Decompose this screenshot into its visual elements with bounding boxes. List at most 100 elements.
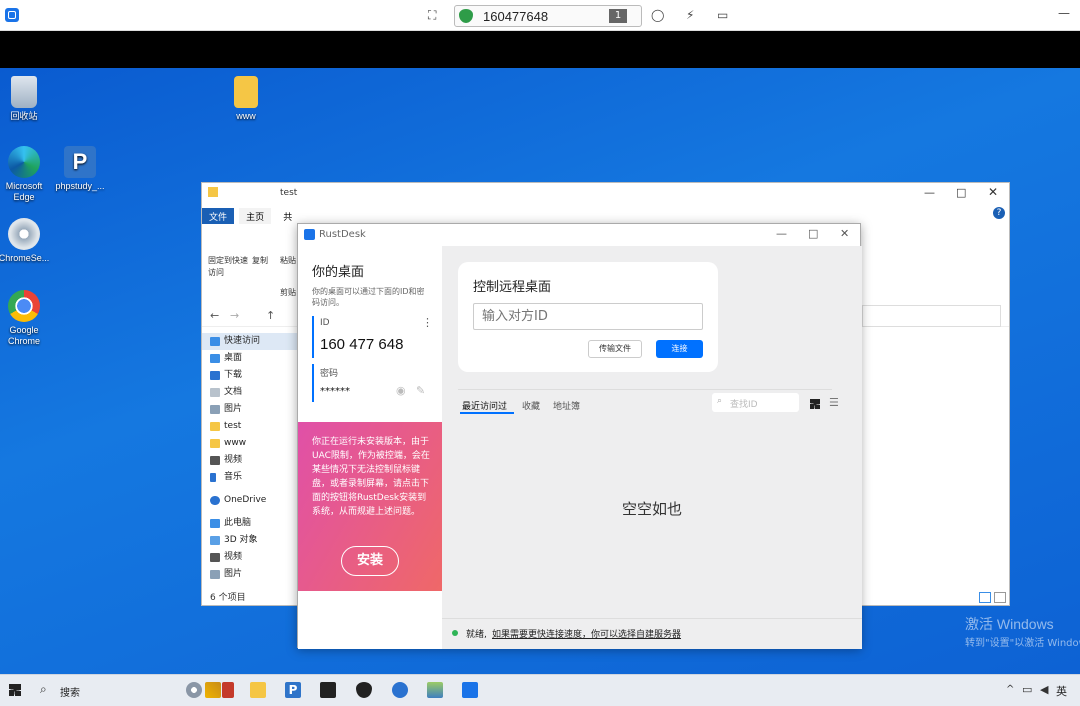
start-button-icon[interactable] [9,684,21,696]
monitor-number-badge[interactable]: 1 [609,9,627,23]
disc-icon[interactable] [186,682,202,698]
back-arrow-icon[interactable]: ← [210,309,219,322]
rustdesk-close-button[interactable]: ✕ [840,227,849,240]
explorer-ribbon-tabs: 文件 主页 共 [202,205,302,224]
nav-item-onedrive[interactable]: OneDrive [202,492,302,509]
chat-icon[interactable]: ◯ [651,8,664,23]
desktop-icon-label: www [236,111,256,121]
terminal-taskbar-icon[interactable] [320,682,336,698]
nav-item-videos[interactable]: 视频 [202,452,302,469]
volume-icon[interactable]: ◀ [1040,683,1048,696]
security-shield-taskbar-icon[interactable] [356,682,372,698]
forward-arrow-icon[interactable]: → [230,309,239,322]
search-id-placeholder: 查找ID [730,400,758,410]
cloud-icon [210,496,220,505]
phpstudy-taskbar-icon[interactable]: P [285,682,301,698]
desktop-icon-phpstudy[interactable]: P phpstudy_... [50,146,110,192]
control-remote-card: 控制远程桌面 传输文件 连接 [458,262,718,372]
rustdesk-title: RustDesk [319,229,366,240]
rustdesk-window: RustDesk — □ ✕ 你的桌面 你的桌面可以通过下面的ID和密码访问。 … [297,223,862,649]
tab-favorites[interactable]: 收藏 [522,399,540,412]
id-more-icon[interactable]: ⋮ [422,316,433,329]
eye-icon[interactable]: ◉ [396,384,406,397]
desktop-folder-icon [210,354,220,363]
pin-quick-access-button[interactable]: 固定到快速访问 [208,255,250,279]
explorer-ribbon: 固定到快速访问 复制 粘贴 剪贴 [202,221,302,297]
explorer-maximize-button[interactable]: □ [956,186,966,199]
connect-button[interactable]: 连接 [656,340,703,358]
app-taskbar-icon[interactable] [392,682,408,698]
peer-id-pill[interactable]: 160477648 1 [454,5,642,27]
explorer-search-box[interactable] [862,305,1001,327]
desktop-icon-www[interactable]: www [216,76,276,122]
input-language-indicator[interactable]: 英 [1056,683,1067,699]
chevron-up-icon[interactable]: ^ [1006,684,1014,695]
desktop-icon-edge[interactable]: Microsoft Edge [0,146,54,203]
fullscreen-icon[interactable]: ⛶ [428,8,436,23]
nav-item-pictures[interactable]: 图片 [202,401,302,418]
up-arrow-icon[interactable]: ↑ [266,309,275,322]
edit-pencil-icon[interactable]: ✎ [416,384,425,397]
your-desktop-description: 你的桌面可以通过下面的ID和密码访问。 [312,287,425,307]
install-button[interactable]: 安装 [341,546,399,576]
nav-item-pictures-pc[interactable]: 图片 [202,566,302,583]
document-icon [210,388,220,397]
rustdesk-taskbar-icon[interactable] [462,682,478,698]
desktop-icon-chromesetup[interactable]: ChromeSe... [0,218,54,264]
id-value[interactable]: 160 477 648 [320,336,403,353]
music-icon [210,473,216,482]
transfer-file-button[interactable]: 传输文件 [588,340,642,358]
remote-session-window: ⛶ 160477648 1 ◯ ⚡ ▭ — 回收站 www Microsoft … [0,0,1080,706]
nav-item-quick-access[interactable]: 快速访问 [202,333,302,350]
help-icon[interactable]: ? [993,207,1005,219]
desktop-icon-recycle-bin[interactable]: 回收站 [0,76,54,122]
nav-label: 文档 [224,387,243,397]
installer-disc-icon [8,218,40,250]
minimize-toolbar-button[interactable]: — [1058,6,1070,21]
nav-item-3d-objects[interactable]: 3D 对象 [202,532,302,549]
active-tab-underline [460,412,514,414]
tiles-view-icon[interactable] [994,592,1006,603]
self-host-server-link[interactable]: 如果需要更快连接速度，你可以选择自建服务器 [492,627,681,640]
empty-state-text: 空空如也 [621,500,682,518]
explorer-minimize-button[interactable]: — [924,186,935,199]
nav-label: 图片 [224,569,243,579]
nav-item-videos-pc[interactable]: 视频 [202,549,302,566]
remote-id-input[interactable] [473,303,703,330]
nav-item-documents[interactable]: 文档 [202,384,302,401]
search-id-box[interactable]: ⌕ 查找ID [712,393,799,412]
explorer-close-button[interactable]: ✕ [988,185,998,199]
taskbar-search-box[interactable]: 搜索 [60,684,80,699]
nav-item-this-pc[interactable]: 此电脑 [202,515,302,532]
rustdesk-logo-icon[interactable] [5,8,19,22]
security-shield-icon [459,9,473,23]
file-explorer-taskbar-icon[interactable] [250,682,266,698]
paste-button[interactable]: 粘贴 [280,255,296,266]
rustdesk-titlebar: RustDesk — □ ✕ [298,224,860,246]
list-view-icon[interactable]: ☰ [829,396,839,409]
desktop-icon-label: ChromeSe... [0,253,50,263]
tab-recent[interactable]: 最近访问过 [462,399,507,412]
rustdesk-maximize-button[interactable]: □ [808,227,818,240]
nav-label: 图片 [224,404,243,414]
display-icon[interactable]: ▭ [717,8,728,23]
medal-icon[interactable] [205,682,221,698]
nav-item-downloads[interactable]: 下载 [202,367,302,384]
tools-icon[interactable] [222,682,234,698]
image-viewer-taskbar-icon[interactable] [427,682,443,698]
download-icon [210,371,220,380]
grid-view-icon[interactable] [810,399,820,409]
tab-address-book[interactable]: 地址簿 [553,399,580,412]
copy-button[interactable]: 复制 [252,255,268,266]
details-view-icon[interactable] [979,592,991,603]
network-icon[interactable]: ▭ [1022,683,1032,696]
nav-item-desktop[interactable]: 桌面 [202,350,302,367]
folder-icon [208,187,218,197]
nav-item-test[interactable]: test [202,418,302,435]
recycle-bin-icon [11,76,37,108]
nav-item-www[interactable]: www [202,435,302,452]
nav-item-music[interactable]: 音乐 [202,469,302,486]
desktop-icon-chrome[interactable]: Google Chrome [0,290,54,347]
action-bolt-icon[interactable]: ⚡ [686,8,694,23]
rustdesk-minimize-button[interactable]: — [776,227,787,240]
